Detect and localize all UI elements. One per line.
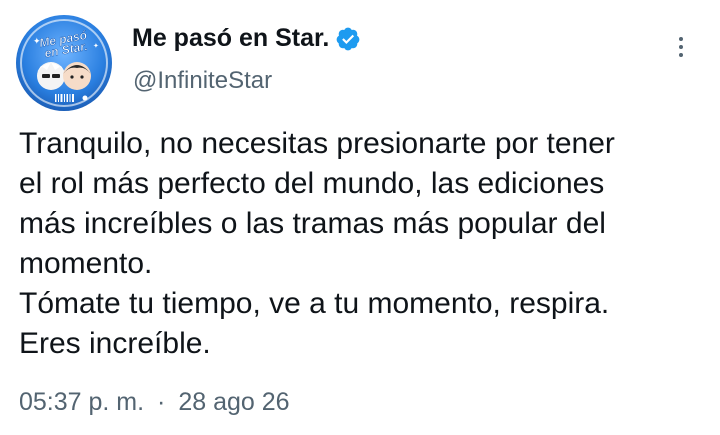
tweet-text-line: más increíbles o las tramas más popular … xyxy=(19,207,606,240)
tweet-date[interactable]: 28 ago 26 xyxy=(178,388,289,416)
tweet-text-line: Tranquilo, no necesitas presionarte por … xyxy=(19,127,615,160)
tweet-text-line: momento. xyxy=(19,247,153,280)
tweet-time[interactable]: 05:37 p. m. xyxy=(19,388,144,416)
avatar-image: ✦ ✦ Me pasó en Star. xyxy=(16,15,112,111)
svg-text:✦: ✦ xyxy=(93,42,99,50)
display-name[interactable]: Me pasó en Star. xyxy=(132,24,361,53)
more-vertical-icon xyxy=(679,37,683,41)
avatar[interactable]: ✦ ✦ Me pasó en Star. xyxy=(15,14,113,112)
author-handle[interactable]: @InfiniteStar xyxy=(133,67,272,95)
display-name-text[interactable]: Me pasó en Star. xyxy=(132,24,329,53)
more-options-button[interactable] xyxy=(664,27,698,67)
tweet-text: Tranquilo, no necesitas presionarte por … xyxy=(19,124,709,364)
tweet-text-line: Tómate tu tiempo, ve a tu momento, respi… xyxy=(19,287,610,320)
tweet-text-line: el rol más perfecto del mundo, las edici… xyxy=(19,167,605,200)
timestamp-separator: · xyxy=(157,388,166,416)
tweet-card: ✦ ✦ Me pasó en Star. Me pasó en Star. @I… xyxy=(0,0,720,435)
tweet-timestamp[interactable]: 05:37 p. m. · 28 ago 26 xyxy=(19,388,290,417)
verified-badge-icon xyxy=(335,26,361,52)
tweet-text-line: Eres increíble. xyxy=(19,327,211,360)
